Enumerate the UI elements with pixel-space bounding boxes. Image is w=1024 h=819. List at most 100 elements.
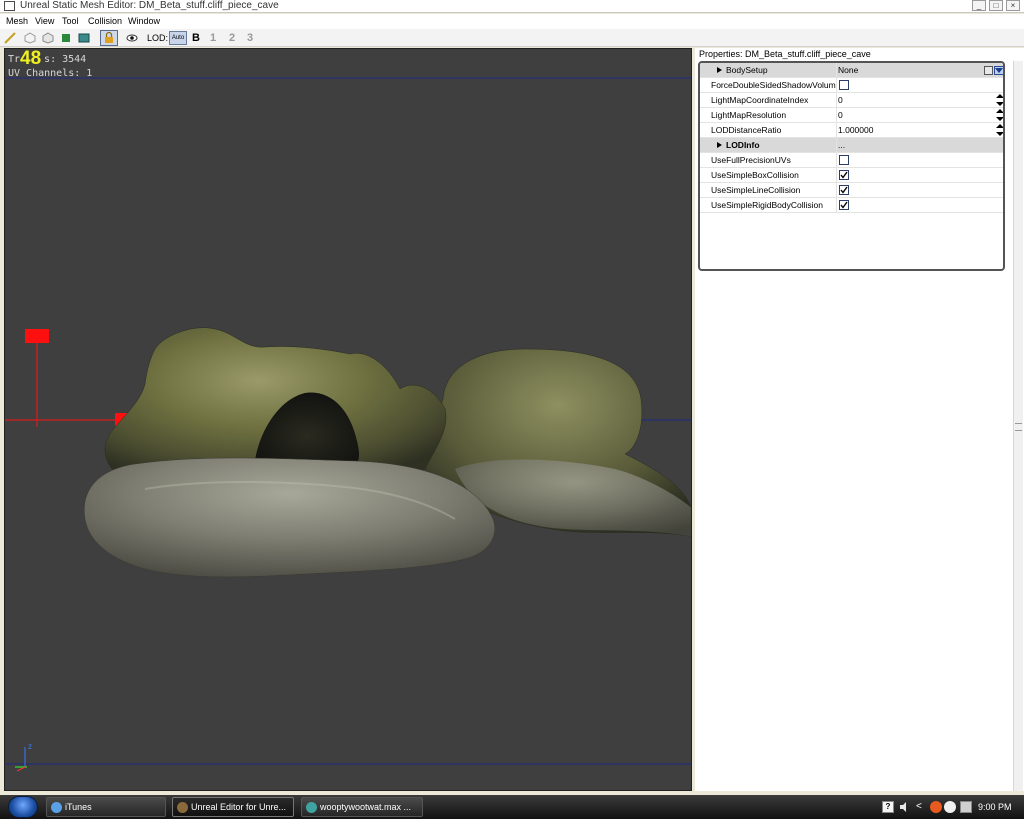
eye-icon[interactable] xyxy=(126,32,138,44)
menu-mesh[interactable]: Mesh xyxy=(6,15,28,28)
menu-bar: Mesh View Tool Collision Window xyxy=(0,14,1024,29)
volume-tray-icon[interactable] xyxy=(898,801,910,813)
property-name: LightMapResolution xyxy=(711,110,787,120)
taskbar-task-button[interactable]: iTunes xyxy=(46,797,166,817)
title-bar[interactable]: Unreal Static Mesh Editor: DM_Beta_stuff… xyxy=(0,0,1024,13)
lod-auto-button[interactable]: Auto xyxy=(169,31,187,45)
column-divider[interactable] xyxy=(836,93,837,108)
pivot-handle-top[interactable] xyxy=(25,329,49,343)
property-value[interactable]: 1.000000 xyxy=(838,125,873,136)
triangles-label-start: Tr xyxy=(8,54,21,65)
column-divider[interactable] xyxy=(836,108,837,123)
triangle-count-value: 3544 xyxy=(62,54,87,65)
column-divider[interactable] xyxy=(836,153,837,168)
wireframe-view-icon[interactable] xyxy=(24,32,36,44)
property-row[interactable]: ForceDoubleSidedShadowVolume xyxy=(700,78,1003,93)
column-divider[interactable] xyxy=(836,78,837,93)
scrollbar-grip[interactable] xyxy=(1015,423,1022,431)
solid-view-icon[interactable] xyxy=(78,32,90,44)
property-row[interactable]: LightMapCoordinateIndex 0 xyxy=(700,93,1003,108)
column-divider[interactable] xyxy=(836,63,837,78)
taskbar-task-button[interactable]: wooptywootwat.max ... xyxy=(301,797,423,817)
lod-base-button[interactable]: B xyxy=(192,31,200,45)
axis-x-line xyxy=(16,766,26,772)
clear-value-icon[interactable] xyxy=(984,66,993,75)
close-button[interactable]: × xyxy=(1006,0,1020,11)
display-tray-icon[interactable] xyxy=(960,801,972,813)
start-button[interactable] xyxy=(8,796,38,818)
bounds-view-icon[interactable] xyxy=(42,32,54,44)
rock-main-base xyxy=(83,457,495,578)
menu-collision[interactable]: Collision xyxy=(88,15,122,28)
uv-channels-label: UV Channels: xyxy=(8,68,81,79)
expand-arrow-icon[interactable] xyxy=(717,67,722,73)
menu-window[interactable]: Window xyxy=(128,15,160,28)
taskbar-clock[interactable]: 9:00 PM xyxy=(978,801,1012,813)
property-checkbox[interactable] xyxy=(839,170,849,180)
checkmark-icon xyxy=(840,186,848,194)
toolbar: LOD: Auto B 1 2 3 xyxy=(0,29,1024,47)
property-row[interactable]: LODDistanceRatio 1.000000 xyxy=(700,123,1003,138)
system-tray: ? < 9:00 PM xyxy=(878,797,1024,817)
property-name: LODInfo xyxy=(726,140,760,150)
property-checkbox[interactable] xyxy=(839,155,849,165)
lock-camera-icon[interactable] xyxy=(100,30,118,46)
menu-view[interactable]: View xyxy=(35,15,54,28)
column-divider[interactable] xyxy=(836,183,837,198)
column-divider[interactable] xyxy=(836,168,837,183)
property-name: BodySetup xyxy=(726,65,768,75)
property-value[interactable]: 0 xyxy=(838,95,843,106)
lod-2-button[interactable]: 2 xyxy=(229,31,235,45)
viewport-scene: z xyxy=(5,77,691,772)
maximize-button[interactable]: □ xyxy=(989,0,1003,11)
property-row[interactable]: UseSimpleRigidBodyCollision xyxy=(700,198,1003,213)
static-mesh-editor-window: Unreal Static Mesh Editor: DM_Beta_stuff… xyxy=(0,0,1024,819)
property-row[interactable]: UseFullPrecisionUVs xyxy=(700,153,1003,168)
properties-scrollbar[interactable] xyxy=(1013,61,1023,791)
spinner-arrows-icon[interactable] xyxy=(996,109,1003,121)
lod-1-button[interactable]: 1 xyxy=(210,31,216,45)
column-divider[interactable] xyxy=(836,123,837,138)
lod-3-button[interactable]: 3 xyxy=(247,31,253,45)
property-checkbox[interactable] xyxy=(839,185,849,195)
minimize-button[interactable]: _ xyxy=(972,0,986,11)
window-icon xyxy=(4,1,15,11)
property-row[interactable]: LightMapResolution 0 xyxy=(700,108,1003,123)
fps-counter: 48 xyxy=(20,48,42,69)
column-divider[interactable] xyxy=(836,138,837,153)
windows-taskbar: iTunes Unreal Editor for Unre... wooptywoo… xyxy=(0,795,1024,819)
property-row[interactable]: UseSimpleBoxCollision xyxy=(700,168,1003,183)
window-title: Unreal Static Mesh Editor: DM_Beta_stuff… xyxy=(20,0,279,11)
menu-tool[interactable]: Tool xyxy=(62,15,79,28)
help-tray-icon[interactable]: ? xyxy=(882,801,894,813)
checkmark-icon xyxy=(840,171,848,179)
checkmark-icon xyxy=(840,201,848,209)
task-label: wooptywootwat.max ... xyxy=(320,802,412,812)
spinner-arrows-icon[interactable] xyxy=(996,94,1003,106)
draw-line-icon[interactable] xyxy=(4,32,16,44)
property-checkbox[interactable] xyxy=(839,80,849,90)
property-name: ForceDoubleSidedShadowVolume xyxy=(711,80,836,90)
property-checkbox[interactable] xyxy=(839,200,849,210)
property-value[interactable]: None xyxy=(838,65,858,76)
axis-z-label: z xyxy=(28,742,32,751)
expand-arrow-icon[interactable] xyxy=(717,142,722,148)
itunes-icon xyxy=(51,802,62,813)
properties-panel: Properties: DM_Beta_stuff.cliff_piece_ca… xyxy=(695,48,1024,791)
security-tray-icon[interactable] xyxy=(930,801,942,813)
property-value[interactable]: ... xyxy=(838,140,845,151)
property-row[interactable]: UseSimpleLineCollision xyxy=(700,183,1003,198)
taskbar-task-button[interactable]: Unreal Editor for Unre... xyxy=(172,797,294,817)
tray-expand-chevron[interactable]: < xyxy=(916,801,928,813)
property-value[interactable]: 0 xyxy=(838,110,843,121)
mesh-viewport[interactable]: z Tr s: 3544 UV Channels: 1 48 xyxy=(4,48,692,791)
dropdown-arrow-icon[interactable] xyxy=(994,66,1003,75)
property-row[interactable]: LODInfo... xyxy=(700,138,1003,153)
task-label: Unreal Editor for Unre... xyxy=(191,802,287,812)
network-tray-icon[interactable] xyxy=(944,801,956,813)
collision-view-icon[interactable] xyxy=(60,32,72,44)
spinner-arrows-icon[interactable] xyxy=(996,124,1003,136)
lod-label: LOD: xyxy=(147,33,169,43)
property-row[interactable]: BodySetup None xyxy=(700,63,1003,78)
column-divider[interactable] xyxy=(836,198,837,213)
